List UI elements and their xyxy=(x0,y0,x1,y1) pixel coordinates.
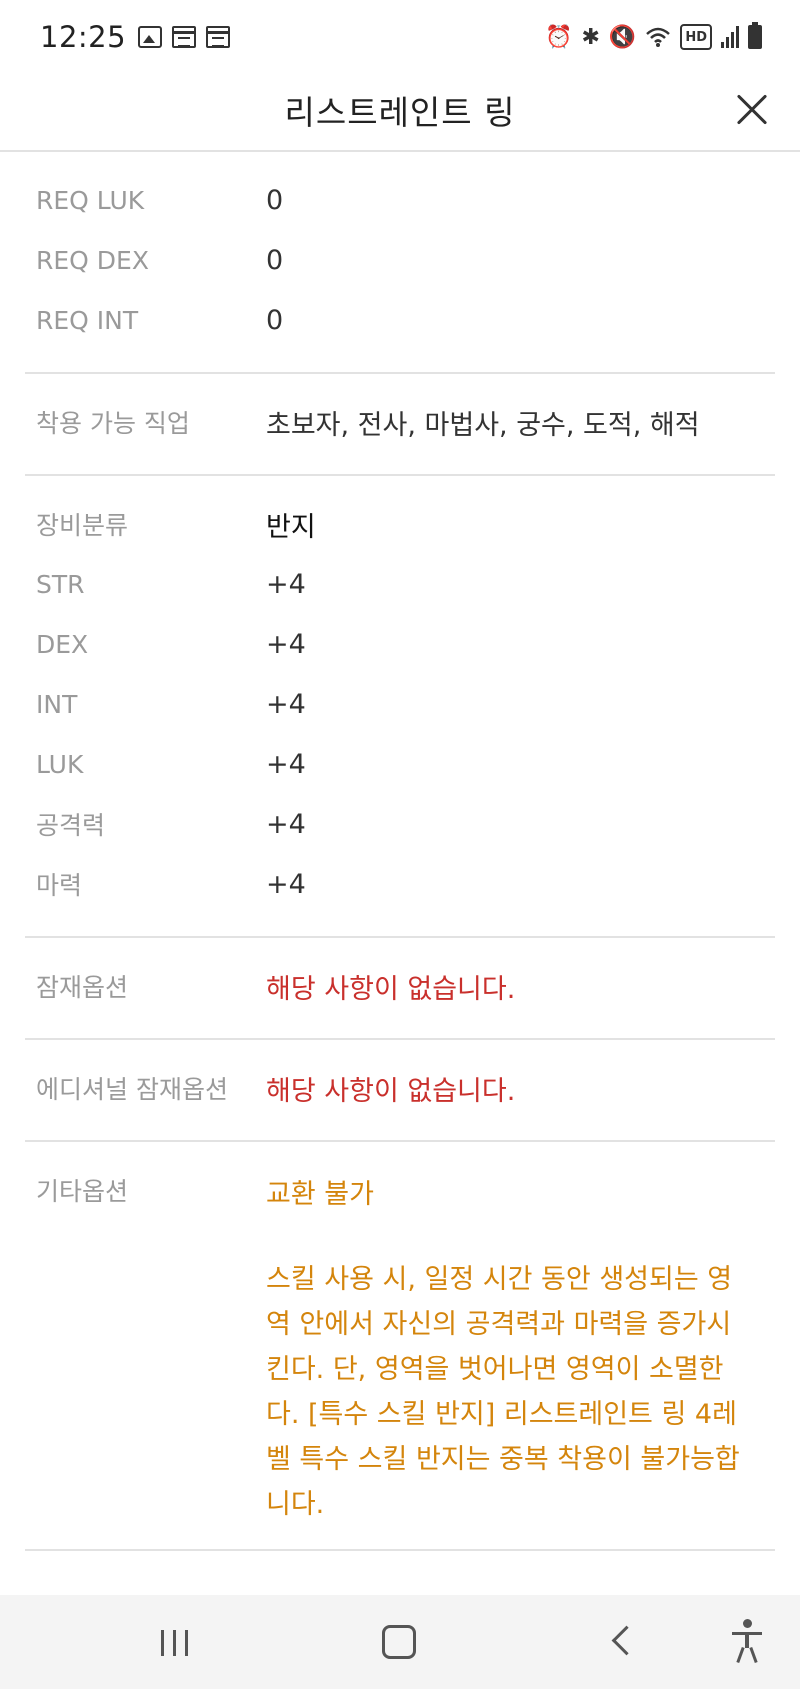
etc-section: 기타옵션 교환 불가 스킬 사용 시, 일정 시간 동안 생성되는 영역 안에서… xyxy=(25,1142,775,1551)
etc-values: 교환 불가 스킬 사용 시, 일정 시간 동안 생성되는 영역 안에서 자신의 … xyxy=(266,1160,775,1527)
stat-row: STR +4 xyxy=(25,554,775,614)
recents-button[interactable] xyxy=(135,1595,215,1689)
req-row: REQ DEX 0 xyxy=(25,230,775,290)
req-value: 0 xyxy=(266,304,284,336)
calendar-icon xyxy=(172,26,197,48)
status-bar: 12:25 ⏰ ✱ 🔇 HD xyxy=(0,0,800,74)
alarm-icon: ⏰ xyxy=(545,24,573,50)
item-detail-content: REQ LUK 0 REQ DEX 0 REQ INT 0 착용 가능 직업 초… xyxy=(0,152,800,1551)
stat-row: DEX +4 xyxy=(25,614,775,674)
status-time: 12:25 xyxy=(40,20,127,54)
title-bar: 리스트레인트 링 xyxy=(0,74,800,152)
stat-label: INT xyxy=(36,689,78,719)
additional-potential-row: 에디셔널 잠재옵션 해당 사항이 없습니다. xyxy=(25,1058,775,1118)
mute-icon: 🔇 xyxy=(608,24,637,50)
stat-value: +4 xyxy=(266,628,306,660)
item-description: 스킬 사용 시, 일정 시간 동안 생성되는 영역 안에서 자신의 공격력과 마… xyxy=(266,1264,740,1520)
screen: 12:25 ⏰ ✱ 🔇 HD 리스트레인트 링 REQ LUK 0 REQ DE… xyxy=(0,0,800,1689)
stat-row: LUK +4 xyxy=(25,734,775,794)
image-icon xyxy=(138,26,163,48)
job-label: 착용 가능 직업 xyxy=(36,409,190,438)
bluetooth-icon: ✱ xyxy=(581,24,600,50)
etc-label: 기타옵션 xyxy=(36,1177,129,1206)
req-label: REQ LUK xyxy=(36,185,145,215)
back-button[interactable] xyxy=(584,1595,664,1689)
job-row: 착용 가능 직업 초보자, 전사, 마법사, 궁수, 도적, 해적 xyxy=(25,392,775,452)
etc-row: 기타옵션 교환 불가 스킬 사용 시, 일정 시간 동안 생성되는 영역 안에서… xyxy=(25,1160,775,1527)
battery-icon xyxy=(748,22,762,49)
home-button[interactable] xyxy=(358,1595,438,1689)
stat-row: 장비분류 반지 xyxy=(25,494,775,554)
stat-label: 장비분류 xyxy=(36,511,129,540)
potential-section: 잠재옵션 해당 사항이 없습니다. xyxy=(25,938,775,1040)
req-label: REQ DEX xyxy=(36,245,149,275)
page-title: 리스트레인트 링 xyxy=(284,93,516,132)
potential-row: 잠재옵션 해당 사항이 없습니다. xyxy=(25,956,775,1016)
additional-potential-section: 에디셔널 잠재옵션 해당 사항이 없습니다. xyxy=(25,1040,775,1142)
req-label: REQ INT xyxy=(36,305,139,335)
stat-value: 반지 xyxy=(266,511,316,543)
trade-restriction: 교환 불가 xyxy=(266,1179,374,1210)
requirements-section: REQ LUK 0 REQ DEX 0 REQ INT 0 xyxy=(25,152,775,374)
stat-value: +4 xyxy=(266,868,306,900)
additional-potential-value: 해당 사항이 없습니다. xyxy=(266,1075,516,1107)
stats-section: 장비분류 반지 STR +4 DEX +4 INT +4 LUK +4 공격력 … xyxy=(25,476,775,938)
req-value: 0 xyxy=(266,244,284,276)
stat-row: INT +4 xyxy=(25,674,775,734)
accessibility-icon[interactable] xyxy=(708,1595,788,1689)
signal-icon xyxy=(721,26,739,48)
wifi-icon xyxy=(645,24,671,50)
req-value: 0 xyxy=(266,184,284,216)
job-section: 착용 가능 직업 초보자, 전사, 마법사, 궁수, 도적, 해적 xyxy=(25,374,775,476)
close-icon[interactable] xyxy=(730,88,774,132)
potential-value: 해당 사항이 없습니다. xyxy=(266,973,516,1005)
stat-label: 공격력 xyxy=(36,811,106,840)
stat-row: 공격력 +4 xyxy=(25,794,775,854)
additional-potential-label: 에디셔널 잠재옵션 xyxy=(36,1075,228,1104)
potential-label: 잠재옵션 xyxy=(36,973,129,1002)
calendar-icon xyxy=(206,26,231,48)
stat-value: +4 xyxy=(266,808,306,840)
stat-label: 마력 xyxy=(36,871,83,900)
stat-label: DEX xyxy=(36,629,89,659)
req-row: REQ LUK 0 xyxy=(25,170,775,230)
stat-value: +4 xyxy=(266,748,306,780)
navigation-bar xyxy=(0,1595,800,1689)
stat-value: +4 xyxy=(266,568,306,600)
stat-value: +4 xyxy=(266,688,306,720)
stat-label: STR xyxy=(36,569,85,599)
stat-label: LUK xyxy=(36,749,84,779)
stat-row: 마력 +4 xyxy=(25,854,775,914)
status-left-icons xyxy=(138,26,231,48)
req-row: REQ INT 0 xyxy=(25,290,775,350)
job-value: 초보자, 전사, 마법사, 궁수, 도적, 해적 xyxy=(266,409,700,441)
status-right-icons: ⏰ ✱ 🔇 HD xyxy=(545,22,762,50)
hd-icon: HD xyxy=(680,24,712,50)
